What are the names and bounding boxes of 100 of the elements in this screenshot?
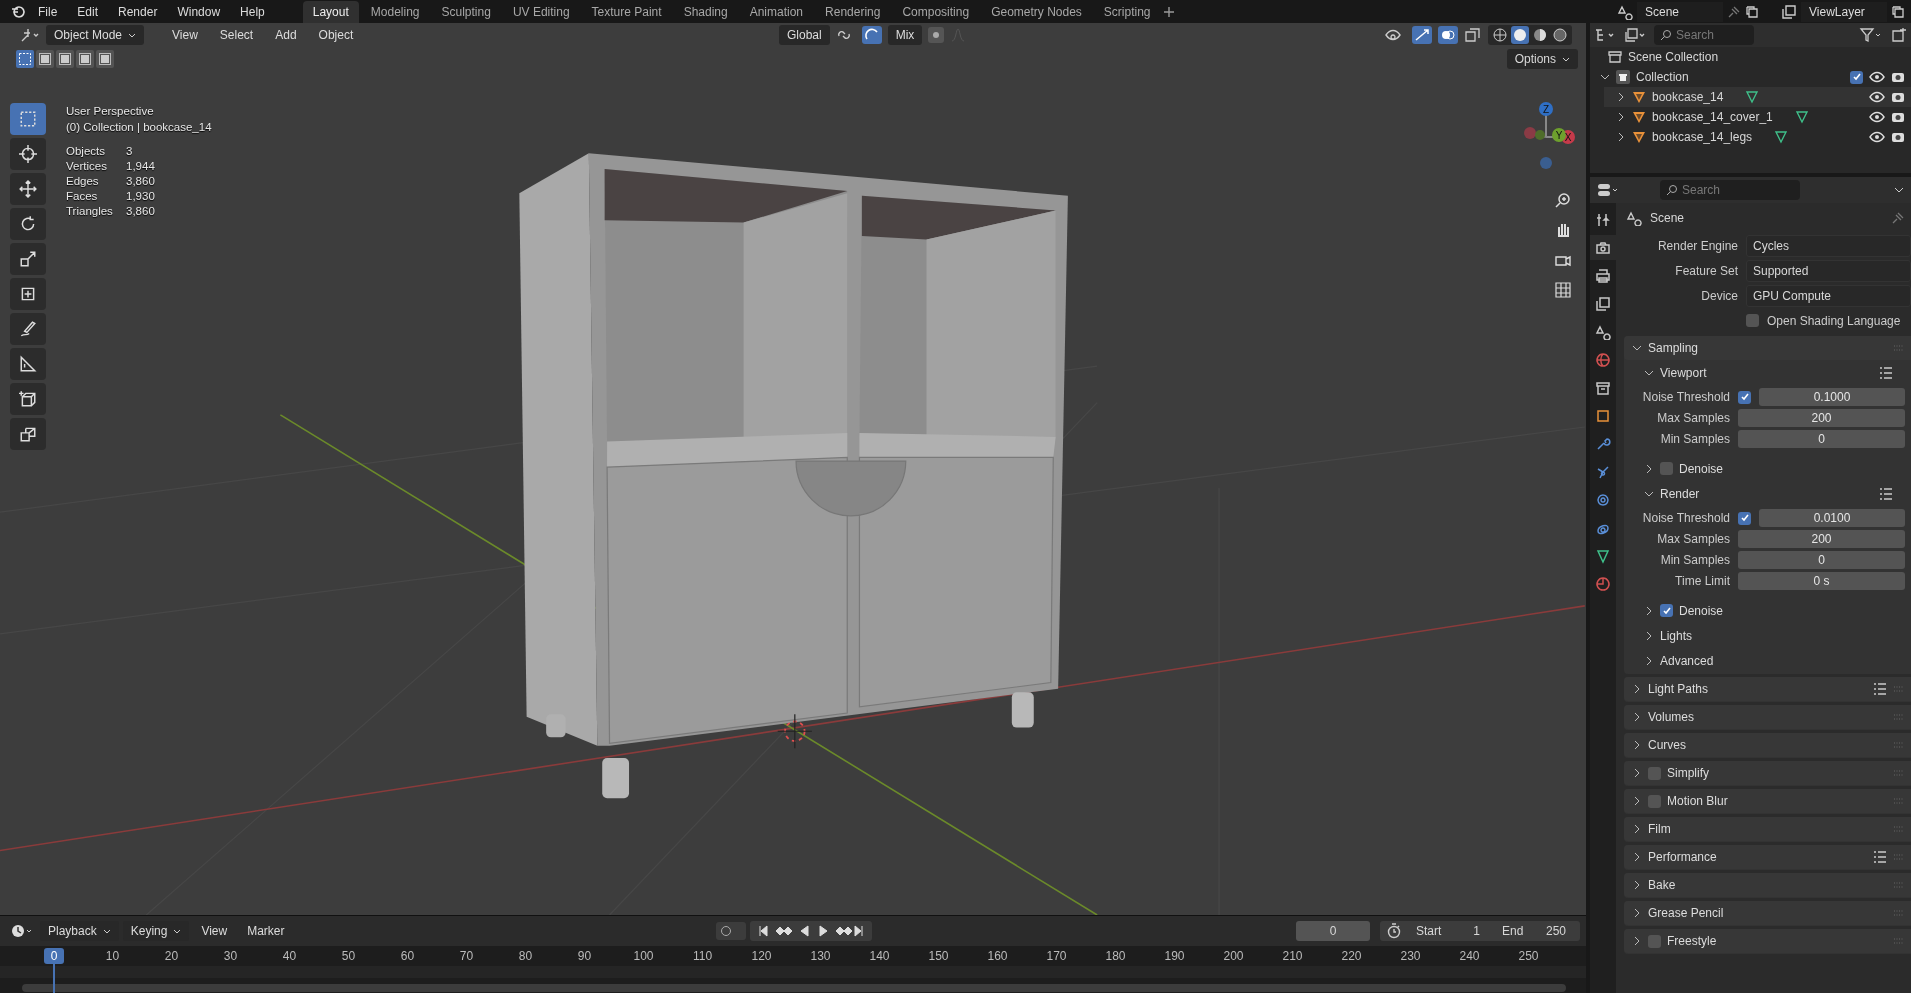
workspace-tab[interactable]: Modeling: [360, 0, 430, 23]
panel-header[interactable]: Film: [1624, 817, 1911, 841]
gizmo-toggle-icon[interactable]: [1412, 26, 1432, 44]
workspace-tab[interactable]: UV Editing: [502, 0, 580, 23]
presets-icon[interactable]: [1873, 851, 1887, 863]
number-field[interactable]: 0 s: [1738, 572, 1905, 590]
image-stack-icon[interactable]: [1781, 3, 1797, 20]
bookcase-drawing[interactable]: [519, 153, 1068, 799]
presets-icon[interactable]: [1879, 366, 1893, 379]
panel-header[interactable]: Sampling: [1624, 336, 1911, 360]
menu-item[interactable]: Help: [232, 4, 273, 19]
mesh-data-icon[interactable]: [1745, 90, 1760, 104]
search-field[interactable]: Search: [1660, 180, 1800, 200]
mesh-data-icon[interactable]: [1774, 130, 1789, 144]
menu-item[interactable]: Marker: [239, 924, 293, 938]
checkbox[interactable]: [1648, 934, 1661, 948]
filter-icon[interactable]: [1859, 27, 1883, 43]
tree-item[interactable]: bookcase_14: [1652, 90, 1724, 104]
tree-item[interactable]: bookcase_14_cover_1: [1652, 110, 1773, 124]
subpanel-header[interactable]: Viewport: [1624, 360, 1911, 385]
selection-mode-icon[interactable]: [96, 50, 114, 68]
tool-button[interactable]: [10, 383, 46, 415]
workspace-tab[interactable]: Scripting: [1093, 0, 1161, 23]
display-mode-icon[interactable]: [1624, 27, 1646, 43]
panel-header[interactable]: Motion Blur: [1624, 789, 1911, 813]
editor-type-icon[interactable]: [1594, 27, 1616, 43]
proportional-edit-icon[interactable]: [928, 27, 945, 43]
tree-row[interactable]: bookcase_14_legs: [1604, 127, 1911, 147]
subpanel-header[interactable]: Denoise: [1624, 456, 1911, 481]
snap-dropdown[interactable]: Mix: [887, 25, 923, 45]
search-field[interactable]: Search: [1654, 25, 1754, 45]
orientation-dropdown[interactable]: Global: [778, 25, 830, 45]
stopwatch-icon[interactable]: [1386, 923, 1402, 939]
tree-item[interactable]: Scene Collection: [1628, 50, 1719, 64]
copy-icon[interactable]: [1745, 4, 1759, 19]
tool-button[interactable]: [10, 313, 46, 345]
tool-button[interactable]: [10, 138, 46, 170]
caret-icon[interactable]: [1893, 185, 1905, 195]
zoom-icon[interactable]: [1554, 191, 1572, 209]
eye-icon[interactable]: [1869, 91, 1885, 103]
tree-item[interactable]: Collection: [1636, 70, 1689, 84]
number-field[interactable]: 0: [1738, 551, 1905, 569]
subpanel-header[interactable]: Advanced: [1624, 648, 1911, 673]
panel-header[interactable]: Light Paths: [1624, 677, 1911, 701]
dropdown[interactable]: Supported: [1746, 259, 1911, 282]
checkbox[interactable]: [1648, 766, 1661, 780]
solid-shading-icon[interactable]: [1511, 26, 1529, 44]
grid-icon[interactable]: [1554, 281, 1572, 299]
end-frame-field[interactable]: End 250: [1494, 923, 1574, 939]
workspace-tab[interactable]: Rendering: [815, 0, 891, 23]
add-icon[interactable]: [1162, 5, 1175, 18]
menu-item[interactable]: Select: [211, 28, 262, 42]
axis-gizmo[interactable]: Z Y X: [1506, 97, 1586, 177]
workspace-tab[interactable]: Geometry Nodes: [981, 0, 1092, 23]
editor-type-icon[interactable]: [20, 27, 40, 43]
menu-item[interactable]: Add: [267, 28, 305, 42]
number-field[interactable]: 0: [1738, 430, 1905, 448]
panel-header[interactable]: Freestyle: [1624, 929, 1911, 953]
tool-button[interactable]: [10, 243, 46, 275]
copy-icon[interactable]: [1891, 4, 1905, 19]
record-button-icon[interactable]: [716, 922, 747, 940]
number-field[interactable]: 0.0100: [1759, 509, 1905, 527]
presets-icon[interactable]: [1873, 683, 1887, 695]
options-dropdown[interactable]: Options: [1506, 49, 1578, 69]
menu-item[interactable]: View: [164, 28, 206, 42]
menu-item[interactable]: File: [30, 4, 66, 19]
scrollbar[interactable]: [22, 984, 1566, 992]
mode-dropdown[interactable]: Object Mode: [46, 25, 145, 45]
tool-button[interactable]: [10, 418, 46, 450]
menu-item[interactable]: Render: [110, 4, 166, 19]
workspace-tab[interactable]: Compositing: [892, 0, 980, 23]
app-logo-icon[interactable]: [10, 3, 26, 20]
menu-dropdown[interactable]: Keying: [122, 921, 190, 941]
workspace-tab[interactable]: Layout: [302, 0, 359, 23]
xray-icon[interactable]: [1464, 27, 1482, 43]
menu-item[interactable]: Edit: [69, 4, 107, 19]
camera-icon[interactable]: [1891, 131, 1905, 143]
panel-header[interactable]: Bake: [1624, 873, 1911, 897]
dropdown[interactable]: GPU Compute: [1746, 284, 1911, 307]
presets-icon[interactable]: [1879, 487, 1893, 500]
tool-button[interactable]: [10, 348, 46, 380]
material-shading-icon[interactable]: [1531, 26, 1549, 44]
checkbox[interactable]: [1738, 390, 1751, 404]
expand-chevron-icon[interactable]: [1600, 72, 1610, 82]
pin-icon[interactable]: [1727, 4, 1741, 19]
workspace-tab[interactable]: Texture Paint: [581, 0, 672, 23]
scene-icon[interactable]: [1617, 3, 1633, 20]
eye-icon[interactable]: [1869, 71, 1885, 83]
checkbox[interactable]: [1738, 511, 1751, 525]
checkbox[interactable]: [1660, 462, 1673, 475]
camera-icon[interactable]: [1891, 91, 1905, 103]
subpanel-header[interactable]: Lights: [1624, 623, 1911, 648]
exclude-checkbox[interactable]: [1850, 70, 1863, 84]
panel-header[interactable]: Curves: [1624, 733, 1911, 757]
selection-mode-icon[interactable]: [56, 50, 74, 68]
menu-dropdown[interactable]: Playback: [40, 921, 119, 941]
camera-icon[interactable]: [1891, 111, 1905, 123]
camera-icon[interactable]: [1891, 71, 1905, 83]
subpanel-header[interactable]: Render: [1624, 481, 1911, 506]
menu-item[interactable]: Window: [169, 4, 229, 19]
